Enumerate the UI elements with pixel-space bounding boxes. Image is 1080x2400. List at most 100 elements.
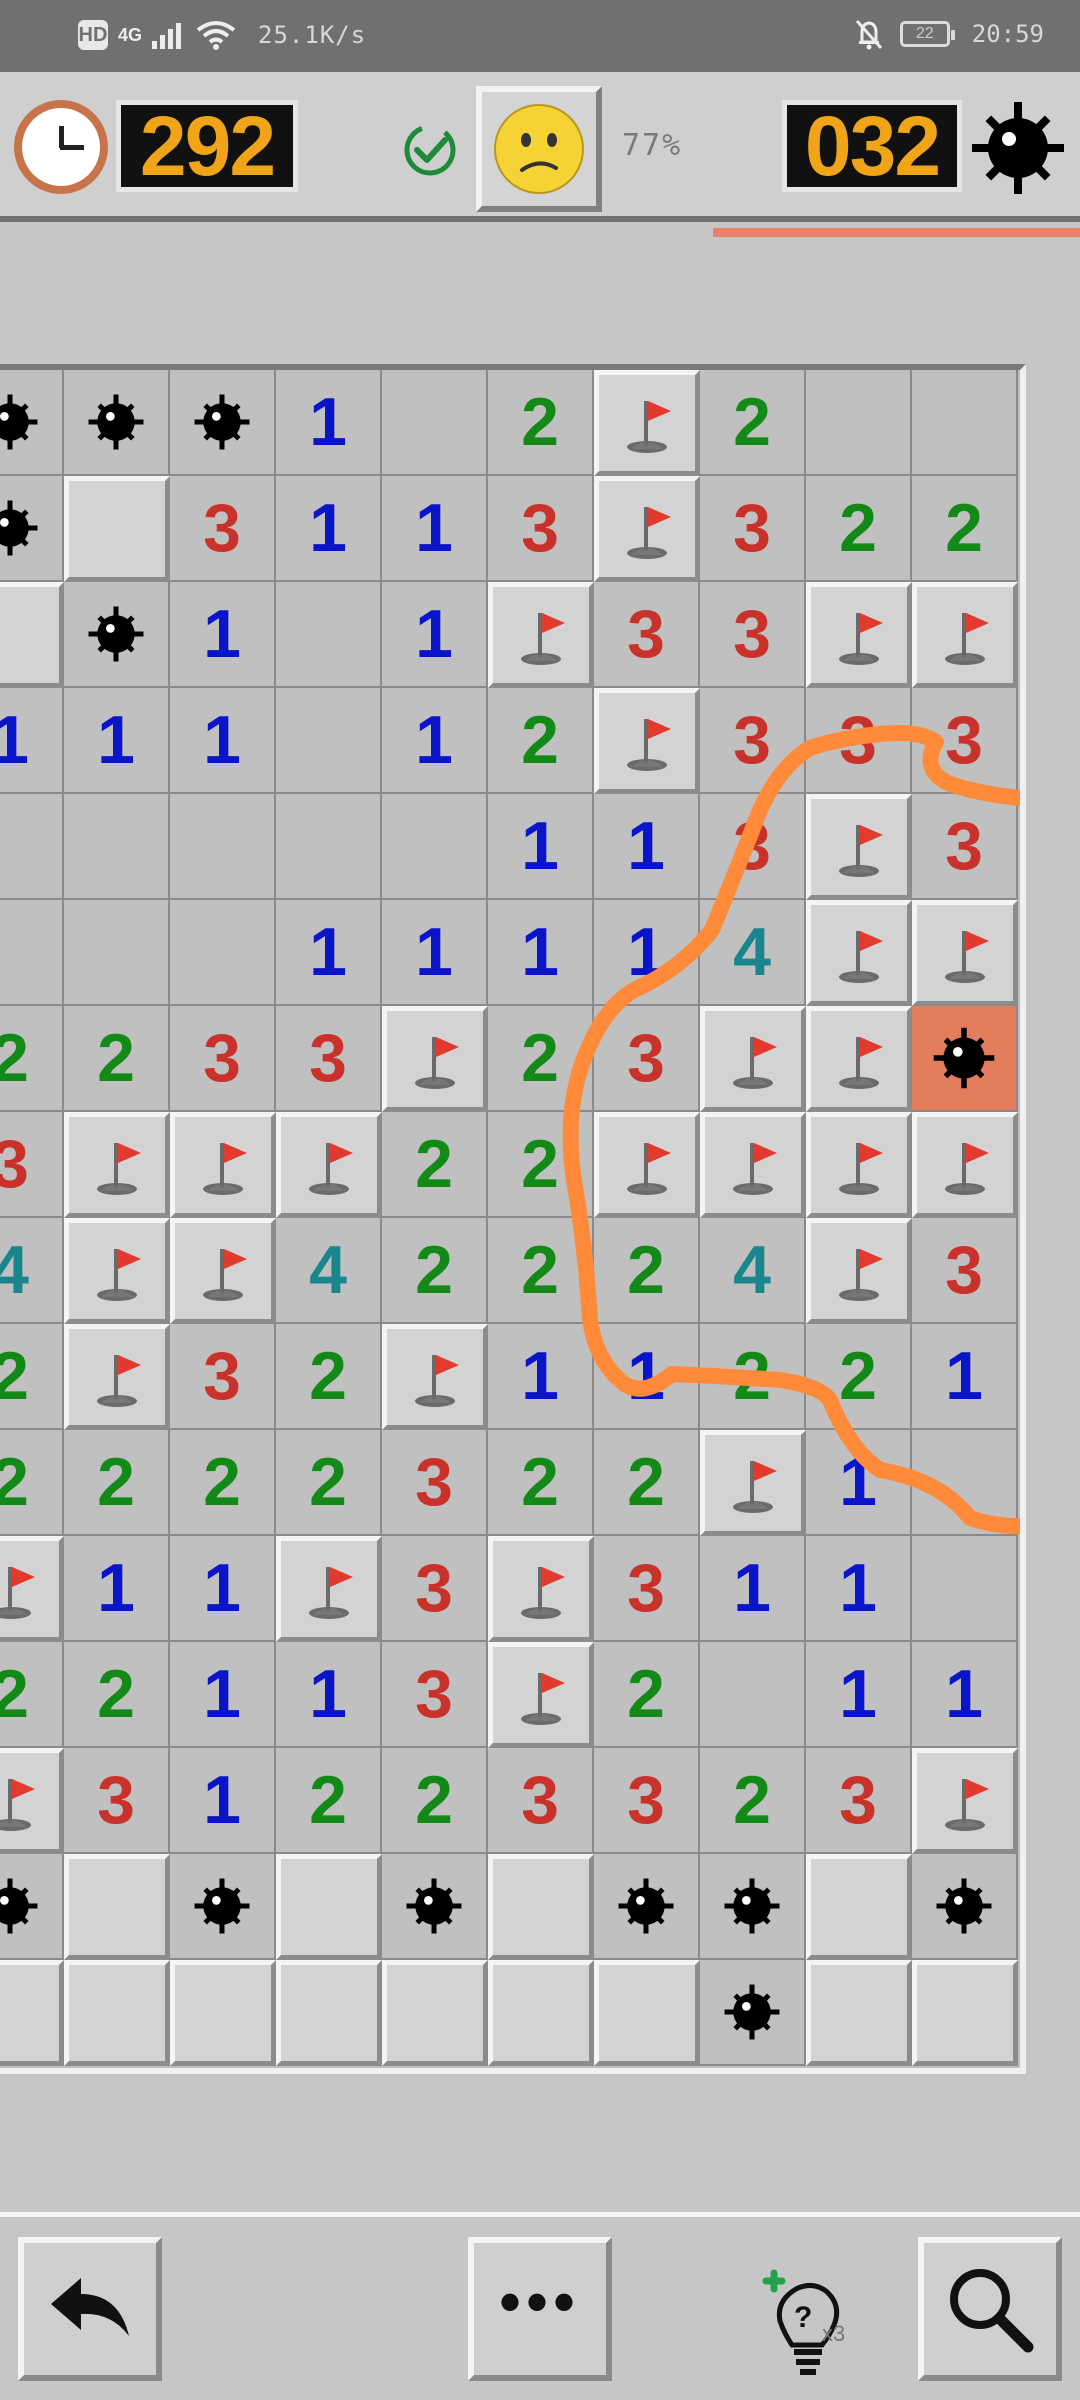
cell-r14-c9[interactable] xyxy=(912,1854,1018,1960)
cell-r9-c4[interactable] xyxy=(382,1324,488,1430)
cell-r14-c4[interactable] xyxy=(382,1854,488,1960)
cell-r6-c7[interactable] xyxy=(700,1006,806,1112)
cell-r0-c1[interactable] xyxy=(64,370,170,476)
cell-r5-c6[interactable]: 1 xyxy=(594,900,700,1006)
cell-r0-c5[interactable]: 2 xyxy=(488,370,594,476)
cell-r2-c7[interactable]: 3 xyxy=(700,582,806,688)
cell-r3-c2[interactable]: 1 xyxy=(170,688,276,794)
cell-r7-c0[interactable]: 3 xyxy=(0,1112,64,1218)
cell-r1-c2[interactable]: 3 xyxy=(170,476,276,582)
cell-r0-c7[interactable]: 2 xyxy=(700,370,806,476)
cell-r2-c1[interactable] xyxy=(64,582,170,688)
cell-r15-c1[interactable] xyxy=(64,1960,170,2066)
cell-r14-c5[interactable] xyxy=(488,1854,594,1960)
cell-r10-c1[interactable]: 2 xyxy=(64,1430,170,1536)
cell-r15-c4[interactable] xyxy=(382,1960,488,2066)
cell-r6-c2[interactable]: 3 xyxy=(170,1006,276,1112)
cell-r0-c2[interactable] xyxy=(170,370,276,476)
cell-r6-c8[interactable] xyxy=(806,1006,912,1112)
cell-r14-c3[interactable] xyxy=(276,1854,382,1960)
cell-r5-c3[interactable]: 1 xyxy=(276,900,382,1006)
cell-r8-c9[interactable]: 3 xyxy=(912,1218,1018,1324)
cell-r10-c0[interactable]: 2 xyxy=(0,1430,64,1536)
cell-r9-c6[interactable]: 1 xyxy=(594,1324,700,1430)
cell-r11-c9[interactable] xyxy=(912,1536,1018,1642)
cell-r5-c7[interactable]: 4 xyxy=(700,900,806,1006)
cell-r6-c5[interactable]: 2 xyxy=(488,1006,594,1112)
cell-r5-c4[interactable]: 1 xyxy=(382,900,488,1006)
cell-r1-c4[interactable]: 1 xyxy=(382,476,488,582)
cell-r6-c0[interactable]: 2 xyxy=(0,1006,64,1112)
cell-r10-c5[interactable]: 2 xyxy=(488,1430,594,1536)
cell-r11-c4[interactable]: 3 xyxy=(382,1536,488,1642)
cell-r9-c5[interactable]: 1 xyxy=(488,1324,594,1430)
cell-r9-c1[interactable] xyxy=(64,1324,170,1430)
cell-r15-c8[interactable] xyxy=(806,1960,912,2066)
cell-r12-c5[interactable] xyxy=(488,1642,594,1748)
cell-r5-c5[interactable]: 1 xyxy=(488,900,594,1006)
cell-r5-c2[interactable] xyxy=(170,900,276,1006)
cell-r12-c0[interactable]: 2 xyxy=(0,1642,64,1748)
cell-r2-c3[interactable] xyxy=(276,582,382,688)
cell-r7-c4[interactable]: 2 xyxy=(382,1112,488,1218)
cell-r15-c6[interactable] xyxy=(594,1960,700,2066)
cell-r4-c8[interactable] xyxy=(806,794,912,900)
cell-r8-c5[interactable]: 2 xyxy=(488,1218,594,1324)
cell-r11-c6[interactable]: 3 xyxy=(594,1536,700,1642)
cell-r10-c2[interactable]: 2 xyxy=(170,1430,276,1536)
cell-r7-c6[interactable] xyxy=(594,1112,700,1218)
cell-r9-c7[interactable]: 2 xyxy=(700,1324,806,1430)
cell-r5-c0[interactable] xyxy=(0,900,64,1006)
cell-r10-c7[interactable] xyxy=(700,1430,806,1536)
cell-r13-c5[interactable]: 3 xyxy=(488,1748,594,1854)
cell-r4-c5[interactable]: 1 xyxy=(488,794,594,900)
cell-r10-c6[interactable]: 2 xyxy=(594,1430,700,1536)
cell-r11-c2[interactable]: 1 xyxy=(170,1536,276,1642)
cell-r12-c2[interactable]: 1 xyxy=(170,1642,276,1748)
cell-r7-c3[interactable] xyxy=(276,1112,382,1218)
cell-r12-c3[interactable]: 1 xyxy=(276,1642,382,1748)
cell-r4-c2[interactable] xyxy=(170,794,276,900)
cell-r13-c4[interactable]: 2 xyxy=(382,1748,488,1854)
cell-r15-c7[interactable] xyxy=(700,1960,806,2066)
cell-r3-c0[interactable]: 1 xyxy=(0,688,64,794)
check-icon[interactable] xyxy=(402,122,458,178)
cell-r5-c9[interactable] xyxy=(912,900,1018,1006)
cell-r0-c4[interactable] xyxy=(382,370,488,476)
cell-r14-c6[interactable] xyxy=(594,1854,700,1960)
search-button[interactable] xyxy=(918,2237,1062,2381)
cell-r15-c0[interactable] xyxy=(0,1960,64,2066)
cell-r15-c3[interactable] xyxy=(276,1960,382,2066)
cell-r13-c8[interactable]: 3 xyxy=(806,1748,912,1854)
cell-r3-c8[interactable]: 3 xyxy=(806,688,912,794)
cell-r14-c7[interactable] xyxy=(700,1854,806,1960)
cell-r2-c5[interactable] xyxy=(488,582,594,688)
cell-r13-c1[interactable]: 3 xyxy=(64,1748,170,1854)
cell-r12-c1[interactable]: 2 xyxy=(64,1642,170,1748)
cell-r1-c8[interactable]: 2 xyxy=(806,476,912,582)
cell-r11-c1[interactable]: 1 xyxy=(64,1536,170,1642)
cell-r10-c3[interactable]: 2 xyxy=(276,1430,382,1536)
cell-r3-c7[interactable]: 3 xyxy=(700,688,806,794)
cell-r13-c2[interactable]: 1 xyxy=(170,1748,276,1854)
cell-r7-c2[interactable] xyxy=(170,1112,276,1218)
cell-r6-c6[interactable]: 3 xyxy=(594,1006,700,1112)
cell-r2-c6[interactable]: 3 xyxy=(594,582,700,688)
cell-r0-c3[interactable]: 1 xyxy=(276,370,382,476)
cell-r1-c7[interactable]: 3 xyxy=(700,476,806,582)
cell-r15-c5[interactable] xyxy=(488,1960,594,2066)
cell-r3-c1[interactable]: 1 xyxy=(64,688,170,794)
cell-r4-c0[interactable] xyxy=(0,794,64,900)
cell-r11-c0[interactable] xyxy=(0,1536,64,1642)
cell-r12-c4[interactable]: 3 xyxy=(382,1642,488,1748)
cell-r5-c1[interactable] xyxy=(64,900,170,1006)
cell-r6-c1[interactable]: 2 xyxy=(64,1006,170,1112)
cell-r8-c2[interactable] xyxy=(170,1218,276,1324)
cell-r12-c8[interactable]: 1 xyxy=(806,1642,912,1748)
cell-r11-c8[interactable]: 1 xyxy=(806,1536,912,1642)
cell-r7-c5[interactable]: 2 xyxy=(488,1112,594,1218)
cell-r15-c2[interactable] xyxy=(170,1960,276,2066)
cell-r9-c0[interactable]: 2 xyxy=(0,1324,64,1430)
cell-r10-c4[interactable]: 3 xyxy=(382,1430,488,1536)
cell-r4-c6[interactable]: 1 xyxy=(594,794,700,900)
